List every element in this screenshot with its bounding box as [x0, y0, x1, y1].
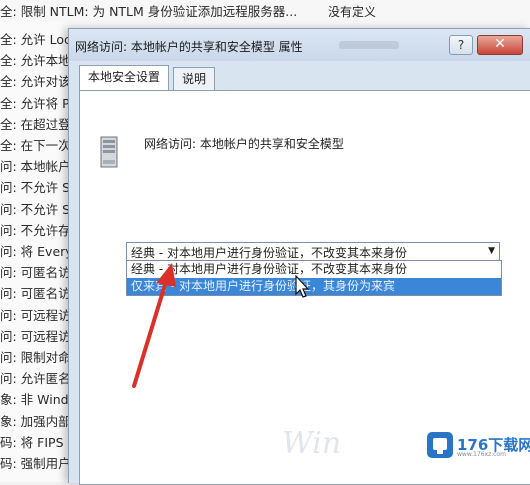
top-row-prefix: 全:: [0, 4, 17, 19]
mouse-cursor-icon: [295, 275, 310, 298]
policy-list-row[interactable]: 问: 将 Every: [0, 242, 73, 262]
site-brand-logo: 176下载网 www.176xz.com: [425, 430, 530, 460]
policy-list-row[interactable]: 问: 可远程访: [0, 327, 71, 347]
policy-list-row[interactable]: 码: 强制用户: [0, 454, 71, 474]
policy-list-row[interactable]: 问: 允许匿名: [0, 369, 71, 389]
red-annotation-arrow-icon: [132, 263, 176, 388]
tab-explain[interactable]: 说明: [173, 67, 216, 90]
policy-list-row[interactable]: 全: 在下一次: [0, 136, 71, 156]
brand-url: www.176xz.com: [457, 451, 506, 458]
policy-list-row[interactable]: 问: 不允许 S: [0, 200, 70, 220]
policy-list-row[interactable]: 象: 非 Wind: [0, 390, 69, 410]
policy-list-row[interactable]: 象: 加强内部: [0, 412, 71, 432]
watermark-logo: Win: [282, 426, 342, 461]
setting-select[interactable]: 经典 - 对本地用户进行身份验证，不改变其本来身份 ▼: [126, 242, 500, 262]
dialog-titlebar[interactable]: 网络访问: 本地帐户的共享和安全模型 属性 ? ✕: [69, 29, 530, 61]
policy-list-top-row[interactable]: 全: 限制 NTLM: 为 NTLM 身份验证添加远程服务器... 没有定义: [0, 0, 530, 22]
top-row-setting: 没有定义: [328, 5, 377, 19]
brand-icon: [427, 432, 453, 458]
properties-dialog: 网络访问: 本地帐户的共享和安全模型 属性 ? ✕ 本地安全设置 说明 网络访问…: [68, 28, 530, 485]
help-button[interactable]: ?: [449, 35, 473, 55]
policy-list-row[interactable]: 问: 可远程访: [0, 306, 71, 326]
policy-list-row[interactable]: 全: 允许对该: [0, 72, 71, 92]
close-button[interactable]: ✕: [477, 35, 523, 55]
chevron-down-icon[interactable]: ▼: [488, 246, 495, 256]
policy-list-row[interactable]: 问: 限制对命: [0, 348, 71, 368]
policy-name: 网络访问: 本地帐户的共享和安全模型: [144, 137, 344, 151]
server-icon: [100, 136, 118, 168]
dialog-title: 网络访问: 本地帐户的共享和安全模型 属性: [75, 40, 303, 54]
policy-list-row[interactable]: 码: 将 FIPS: [0, 433, 64, 453]
policy-list-row[interactable]: 问: 不允许 S: [0, 178, 70, 198]
title-blurred-text: [339, 41, 399, 49]
top-row-text: 限制 NTLM: 为 NTLM 身份验证添加远程服务器...: [20, 4, 298, 19]
policy-list-row[interactable]: 全: 允许 Loc: [0, 30, 71, 50]
tab-local-security-setting[interactable]: 本地安全设置: [79, 65, 170, 90]
select-current-value: 经典 - 对本地用户进行身份验证，不改变其本来身份: [131, 246, 407, 260]
policy-list-row[interactable]: 问: 本地帐户: [0, 157, 71, 177]
policy-list-row[interactable]: 问: 可匿名访: [0, 263, 71, 283]
policy-list-row[interactable]: 全: 允许本地: [0, 51, 71, 71]
policy-list-row[interactable]: 问: 可匿名访: [0, 284, 71, 304]
policy-list-row[interactable]: 全: 在超过登: [0, 115, 71, 135]
policy-list-row[interactable]: 全: 允许将 P: [0, 94, 70, 114]
policy-list-row[interactable]: 问: 不允许存: [0, 221, 71, 241]
